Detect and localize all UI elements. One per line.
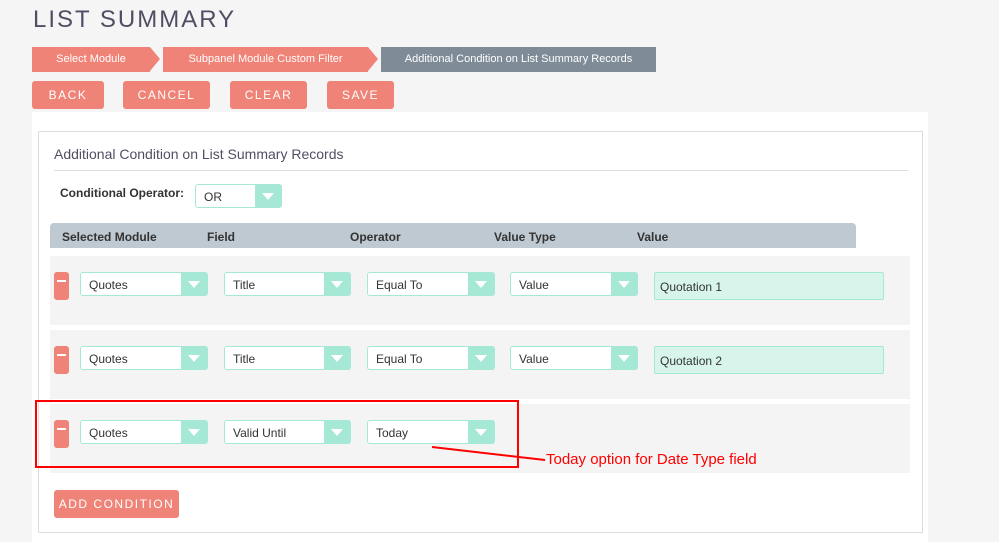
annotation-arrow	[431, 446, 546, 461]
annotation-text: Today option for Date Type field	[546, 451, 757, 468]
add-condition-button[interactable]: ADD CONDITION	[54, 490, 179, 518]
